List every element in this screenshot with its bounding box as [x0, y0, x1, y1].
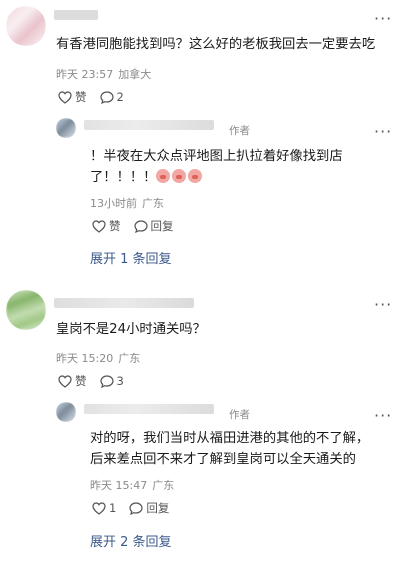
like-label: 赞	[109, 219, 121, 233]
author-tag: 作者	[229, 409, 250, 421]
like-label: 赞	[75, 374, 87, 388]
reply-meta: 昨天 15:47 广东	[90, 477, 174, 493]
reply-location: 广东	[152, 479, 175, 492]
reply-text-line-2-text: 了！！！！	[90, 170, 157, 185]
avatar[interactable]	[6, 290, 46, 330]
comment-1: ··· 有香港同胞能找到吗？这么好的老板我回去一定要去吃 昨天 23:57 加拿大…	[0, 0, 404, 270]
reply-username[interactable]	[84, 404, 214, 414]
more-options-icon[interactable]: ···	[374, 297, 392, 313]
reply-text: 对的呀，我们当时从福田进港的其他的不了解， 后来差点回不来才了解到皇岗可以全天通…	[90, 428, 396, 470]
author-tag: 作者	[229, 125, 250, 137]
like-button[interactable]: 赞	[58, 89, 87, 105]
reply-button[interactable]: 回复	[133, 218, 174, 234]
reply-count-button[interactable]: 2	[99, 90, 124, 104]
reply-label: 回复	[146, 501, 170, 515]
comment-2: ··· 皇岗不是24小时通关吗？ 昨天 15:20 广东 赞 3 作者 ··· 对…	[0, 286, 404, 568]
reply-username[interactable]	[84, 120, 214, 130]
more-options-icon[interactable]: ···	[374, 408, 392, 424]
reply-time: 13小时前	[90, 197, 137, 210]
reply-actions: 1 回复	[92, 500, 169, 516]
reply-time: 昨天 15:47	[90, 479, 148, 492]
more-options-icon[interactable]: ···	[374, 11, 392, 27]
comment-bubble-icon	[99, 90, 114, 104]
comment-actions: 赞 2	[58, 89, 124, 105]
reply-location: 广东	[142, 197, 164, 210]
reply-text-line-2: 后来差点回不来才了解到皇岗可以全天通关的	[90, 452, 356, 467]
more-options-icon[interactable]: ···	[374, 124, 392, 140]
like-count: 1	[109, 501, 117, 515]
reply-avatar[interactable]	[56, 118, 76, 138]
reply-button[interactable]: 回复	[129, 500, 169, 516]
comment-bubble-icon	[133, 219, 148, 233]
reply-label: 回复	[150, 219, 174, 233]
reply-count: 3	[116, 374, 124, 388]
pig-face-emoji-icon	[188, 169, 203, 183]
reply-text: ！半夜在大众点评地图上扒拉着好像找到店 了！！！！	[90, 146, 390, 188]
pig-face-emoji-icon	[172, 169, 187, 183]
reply-meta: 13小时前 广东	[90, 195, 164, 211]
avatar[interactable]	[6, 6, 46, 46]
heart-icon	[58, 374, 72, 388]
comment-actions: 赞 3	[58, 373, 124, 389]
reply-avatar[interactable]	[56, 402, 76, 422]
heart-icon	[92, 501, 106, 515]
like-button[interactable]: 赞	[58, 373, 87, 389]
username[interactable]	[54, 10, 98, 20]
reply-text-line-1: ！半夜在大众点评地图上扒拉着好像找到店	[90, 149, 343, 164]
reply-like-button[interactable]: 1	[92, 501, 116, 515]
comment-location: 加拿大	[118, 68, 152, 81]
heart-icon	[58, 90, 72, 104]
reply-actions: 赞 回复	[92, 218, 174, 234]
comment-meta: 昨天 15:20 广东	[56, 350, 140, 366]
reply-count: 2	[116, 90, 124, 104]
like-label: 赞	[75, 90, 87, 104]
comment-meta: 昨天 23:57 加拿大	[56, 66, 151, 82]
comment-time: 昨天 23:57	[56, 68, 114, 81]
reply-text-line-2: 了！！！！	[90, 167, 390, 188]
username[interactable]	[54, 298, 194, 308]
expand-replies-link[interactable]: 展开 2 条回复	[90, 531, 172, 550]
reply-like-button[interactable]: 赞	[92, 218, 121, 234]
reply-count-button[interactable]: 3	[99, 374, 124, 388]
comment-bubble-icon	[129, 501, 143, 515]
comment-location: 广东	[118, 352, 141, 365]
comment-text: 皇岗不是24小时通关吗？	[56, 322, 206, 337]
pig-face-emoji-icon	[156, 169, 171, 183]
reply-text-line-1: 对的呀，我们当时从福田进港的其他的不了解，	[90, 431, 370, 446]
comment-text: 有香港同胞能找到吗？这么好的老板我回去一定要去吃	[56, 37, 376, 52]
comment-bubble-icon	[99, 374, 114, 388]
heart-icon	[92, 219, 106, 233]
expand-replies-link[interactable]: 展开 1 条回复	[90, 248, 172, 267]
comment-time: 昨天 15:20	[56, 352, 114, 365]
